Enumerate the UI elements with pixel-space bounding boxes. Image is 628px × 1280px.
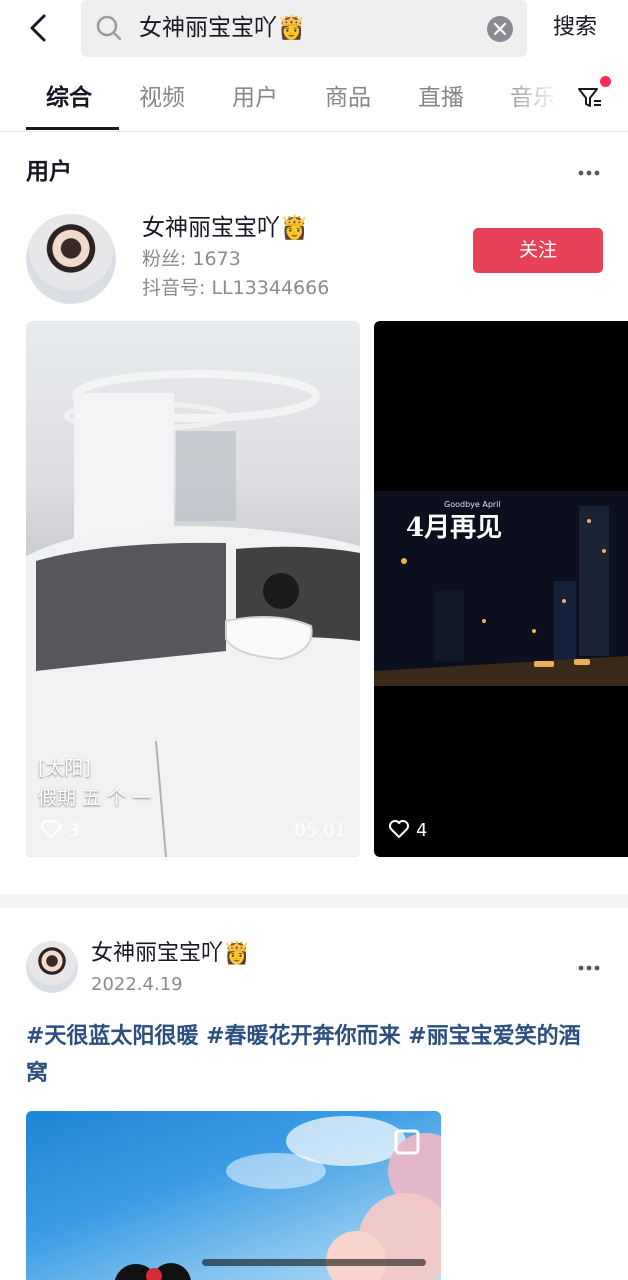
post-image[interactable]	[26, 1111, 441, 1280]
user-douyin-id: 抖音号: LL13344666	[142, 277, 330, 299]
more-icon[interactable]	[577, 169, 601, 177]
search-icon	[96, 15, 122, 41]
user-fans-count: 粉丝: 1673	[142, 248, 241, 270]
heart-icon	[41, 820, 61, 838]
more-icon[interactable]	[577, 964, 601, 972]
tab-live[interactable]: 直播	[418, 82, 464, 114]
tab-all[interactable]: 综合	[46, 82, 92, 114]
video-thumbnail-city-night	[374, 491, 628, 686]
video-date: 05.01	[294, 820, 346, 841]
search-query-text: 女神丽宝宝吖👸	[139, 15, 306, 41]
follow-button[interactable]: 关注	[473, 228, 603, 273]
video-overlay-subtitle: Goodbye April	[444, 500, 501, 509]
video-like-count: 4	[388, 819, 427, 843]
tabs-fade	[500, 70, 570, 130]
search-bar: 女神丽宝宝吖👸 搜索	[0, 0, 628, 58]
avatar[interactable]	[26, 214, 116, 304]
search-input[interactable]: 女神丽宝宝吖👸	[81, 0, 527, 57]
post-hashtags[interactable]: #天很蓝太阳很暖 #春暖花开奔你而来 #丽宝宝爱笑的酒窝	[26, 1018, 596, 1092]
video-caption-line2: 假期 五 个 一	[38, 787, 152, 809]
video-like-count: 3	[40, 819, 79, 843]
video-card[interactable]: [太阳] 假期 五 个 一 3 05.01	[26, 321, 360, 857]
active-tab-indicator	[26, 127, 119, 130]
back-button[interactable]	[22, 8, 58, 48]
section-divider	[0, 894, 628, 908]
heart-icon	[389, 820, 409, 838]
result-tabs: 综合 视频 用户 商品 直播 音乐	[0, 70, 628, 132]
video-overlay-text: 4月再见	[406, 513, 503, 543]
video-caption-line1: [太阳]	[38, 757, 91, 779]
chevron-left-icon	[30, 14, 46, 42]
video-card[interactable]: 4月再见 Goodbye April 4	[374, 321, 628, 857]
notification-dot	[600, 76, 611, 87]
filter-icon[interactable]	[576, 84, 604, 112]
user-name[interactable]: 女神丽宝宝吖👸	[142, 212, 309, 244]
post-date: 2022.4.19	[91, 974, 183, 995]
like-count-value: 3	[68, 820, 80, 841]
home-indicator	[202, 1259, 426, 1266]
like-count-value: 4	[416, 820, 428, 841]
clear-icon[interactable]	[487, 16, 513, 42]
section-title-users: 用户	[26, 159, 72, 185]
post-author-name[interactable]: 女神丽宝宝吖👸	[91, 938, 250, 970]
tab-videos[interactable]: 视频	[139, 82, 185, 114]
tab-products[interactable]: 商品	[325, 82, 371, 114]
avatar[interactable]	[26, 941, 78, 993]
tab-users[interactable]: 用户	[232, 82, 278, 114]
search-button[interactable]: 搜索	[553, 12, 597, 44]
post-image-sky-balloons	[114, 1116, 441, 1280]
